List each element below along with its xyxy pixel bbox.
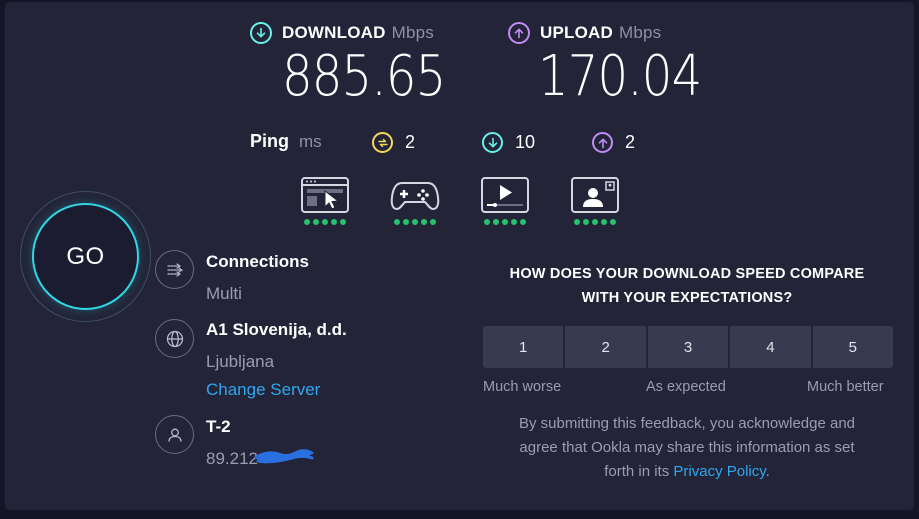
gaming-rating [394,219,436,225]
feedback-question: HOW DOES YOUR DOWNLOAD SPEED COMPARE WIT… [482,262,892,310]
rating-dot [511,219,517,225]
rating-dot [313,219,319,225]
rating-dot [601,219,607,225]
web-browsing-rating [304,219,346,225]
feedback-question-line2: WITH YOUR EXPECTATIONS? [581,290,793,306]
upload-ping-value: 2 [625,132,636,152]
download-result: DOWNLOAD Mbps 885.65 [250,22,472,108]
provider-name: T-2 [206,417,231,436]
rating-dot [583,219,589,225]
rating-option-5[interactable]: 5 [812,326,894,368]
rating-dot [412,219,418,225]
idle-ping-value: 2 [405,132,416,152]
server-location: Ljubljana [206,352,275,371]
rating-dot [574,219,580,225]
rating-dot [340,219,346,225]
server-name: A1 Slovenija, d.d. [206,320,347,339]
rating-dot [331,219,337,225]
rating-dot [394,219,400,225]
download-arrow-icon [250,22,272,44]
rating-option-1[interactable]: 1 [483,326,564,368]
provider-ip: 89.212 [206,449,258,468]
video-chat-rating [574,219,616,225]
gaming-icon [390,182,440,211]
user-icon [155,415,194,454]
activity-gaming[interactable] [390,177,440,225]
scale-label-mid: As expected [646,379,726,395]
connections-icon [155,250,194,289]
go-label: GO [66,242,105,270]
upload-label: UPLOAD [540,23,613,42]
rating-dot [403,219,409,225]
download-latency-icon [482,132,503,153]
ping-row: Ping ms [250,131,322,152]
rating-dot [304,219,310,225]
upload-value: 170.04 [538,44,702,109]
upload-result: UPLOAD Mbps 170.04 [508,22,728,108]
rating-dot [610,219,616,225]
video-chat-icon [571,177,619,213]
connections-value[interactable]: Multi [206,284,242,304]
privacy-policy-link[interactable]: Privacy Policy [673,463,765,480]
change-server-link[interactable]: Change Server [206,380,320,400]
download-ping: 10 [482,132,535,153]
idle-ping: 2 [372,132,415,153]
download-unit: Mbps [391,23,434,42]
connections-title: Connections [206,252,309,271]
scale-label-low: Much worse [483,379,562,395]
ping-unit: ms [299,131,322,151]
activity-web-browsing[interactable] [300,177,350,225]
disclaimer-line3-text: forth in its [604,463,674,480]
rating-dot [493,219,499,225]
rating-dot [430,219,436,225]
rating-option-2[interactable]: 2 [565,326,646,368]
upload-ping: 2 [592,132,635,153]
activity-video-chat[interactable] [570,177,620,225]
rating-dot [592,219,598,225]
scale-label-high: Much better [807,379,884,395]
disclaimer-line1: By submitting this feedback, you acknowl… [518,415,856,432]
upload-latency-icon [592,132,613,153]
download-ping-value: 10 [515,132,536,152]
rating-dot [322,219,328,225]
go-button[interactable]: GO [32,203,139,310]
rating-dot [520,219,526,225]
video-streaming-rating [484,219,526,225]
video-streaming-icon [481,177,529,213]
rating-dot [421,219,427,225]
feedback-disclaimer: By submitting this feedback, you acknowl… [487,412,887,484]
disclaimer-line3-end: . [765,463,770,480]
feedback-rating-scale: 1 2 3 4 5 [483,326,894,368]
feedback-question-line1: HOW DOES YOUR DOWNLOAD SPEED COMPARE [509,266,865,282]
rating-dot [484,219,490,225]
web-browsing-icon [301,177,349,213]
activity-video-streaming[interactable] [480,177,530,225]
idle-latency-icon [372,132,393,153]
globe-icon [155,319,194,358]
download-value: 885.65 [282,44,446,109]
ping-label: Ping [250,131,289,151]
rating-dot [502,219,508,225]
disclaimer-line3: forth in its Privacy Policy. [487,460,887,484]
disclaimer-line2: agree that Ookla may share this informat… [519,439,855,456]
upload-arrow-icon [508,22,530,44]
rating-option-3[interactable]: 3 [647,326,729,368]
download-label: DOWNLOAD [282,23,386,42]
redaction-scribble [254,449,314,464]
upload-unit: Mbps [618,23,662,42]
rating-option-4[interactable]: 4 [730,326,811,368]
